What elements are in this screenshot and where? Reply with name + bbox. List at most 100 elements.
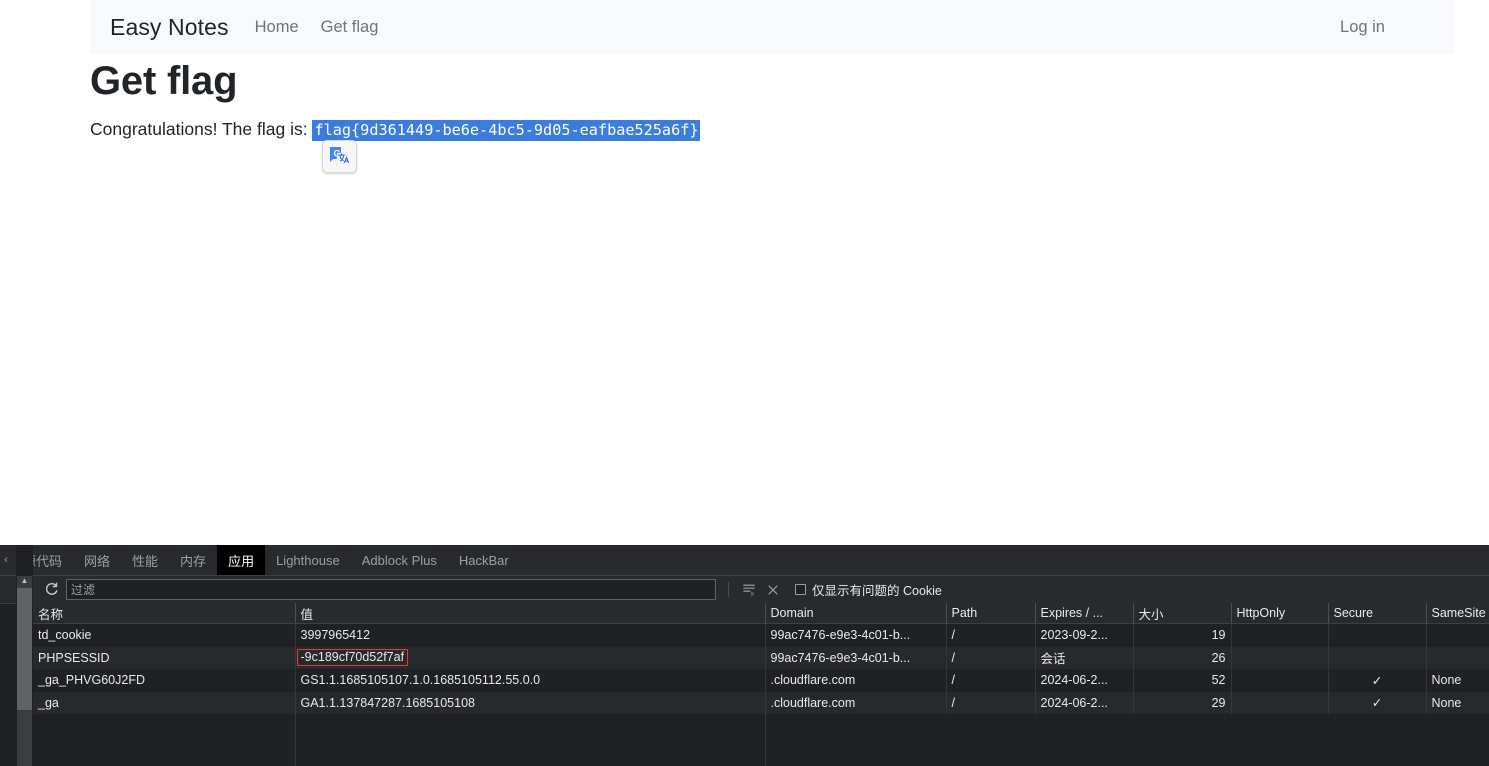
nav-link-home[interactable]: Home: [255, 18, 299, 37]
devtools-panel: ‹ 源代码 网络 性能 内存 应用 Lighthouse Adblock Plu…: [0, 545, 1489, 766]
tab-network[interactable]: 网络: [73, 545, 121, 575]
empty-cell: [1133, 714, 1231, 766]
cell-value: 3997965412: [295, 623, 766, 647]
tab-memory[interactable]: 内存: [169, 545, 217, 575]
clear-all-glyph: x: [742, 584, 755, 598]
cell-size: 29: [1133, 691, 1232, 714]
cell-expires: 会话: [1035, 646, 1134, 669]
table-row[interactable]: td_cookie 3997965412 99ac7476-e9e3-4c01-…: [33, 623, 1489, 647]
table-header-row: 名称 值 Domain Path Expires / ... 大小 HttpOn…: [33, 603, 1489, 624]
highlighted-cookie-value: -9c189cf70d52f7af: [296, 649, 409, 667]
column-header-name[interactable]: 名称: [33, 603, 296, 624]
tab-performance[interactable]: 性能: [121, 545, 169, 575]
cell-expires: 2024-06-2...: [1035, 669, 1134, 692]
cell-httponly: [1231, 669, 1329, 692]
cell-value: GS1.1.1685105107.1.0.1685105112.55.0.0: [295, 669, 766, 692]
cell-size: 26: [1133, 646, 1232, 669]
column-header-httponly[interactable]: HttpOnly: [1231, 603, 1329, 624]
table-row[interactable]: PHPSESSID -9c189cf70d52f7af 99ac7476-e9e…: [33, 646, 1489, 669]
column-header-size[interactable]: 大小: [1133, 603, 1232, 624]
cell-httponly: [1231, 623, 1329, 647]
tab-application[interactable]: 应用: [217, 545, 266, 575]
cell-domain: .cloudflare.com: [765, 691, 947, 714]
cell-domain: 99ac7476-e9e3-4c01-b...: [765, 646, 947, 669]
cell-expires: 2023-09-2...: [1035, 623, 1134, 647]
empty-cell: [33, 714, 296, 766]
navbar-right: Log in: [1340, 18, 1439, 37]
refresh-icon[interactable]: [41, 580, 61, 600]
column-header-expires[interactable]: Expires / ...: [1035, 603, 1134, 624]
empty-cell: [765, 714, 946, 766]
cell-secure: ✓: [1328, 691, 1427, 714]
flag-message-prefix: Congratulations! The flag is:: [90, 119, 308, 140]
cell-name: PHPSESSID: [33, 646, 296, 669]
cell-expires: 2024-06-2...: [1035, 691, 1134, 714]
close-glyph: [768, 584, 778, 595]
cell-httponly: [1231, 691, 1329, 714]
toolbar-divider: [728, 582, 729, 597]
cell-path: /: [946, 691, 1036, 714]
empty-cell: [295, 714, 766, 766]
cell-size: 19: [1133, 623, 1232, 647]
scrollbar-track[interactable]: [17, 710, 32, 766]
cell-name: _ga: [33, 691, 296, 714]
table-row[interactable]: _ga_PHVG60J2FD GS1.1.1685105107.1.0.1685…: [33, 669, 1489, 692]
cell-secure: [1328, 623, 1427, 647]
browser-viewport: Easy Notes Home Get flag Log in Get flag…: [0, 0, 1489, 545]
table-row[interactable]: _ga GA1.1.137847287.1685105108 .cloudfla…: [33, 691, 1489, 714]
cell-domain: .cloudflare.com: [765, 669, 947, 692]
cell-secure: [1328, 646, 1427, 669]
cell-path: /: [946, 669, 1036, 692]
nav-link-log-in[interactable]: Log in: [1340, 18, 1385, 37]
column-header-domain[interactable]: Domain: [765, 603, 947, 624]
tab-adblock-plus[interactable]: Adblock Plus: [351, 545, 448, 575]
cell-path: /: [946, 623, 1036, 647]
cell-value: -9c189cf70d52f7af: [295, 646, 766, 669]
tab-hackbar[interactable]: HackBar: [448, 545, 520, 575]
devtools-tabbar: ‹ 源代码 网络 性能 内存 应用 Lighthouse Adblock Plu…: [0, 545, 1489, 576]
column-header-value[interactable]: 值: [295, 603, 766, 624]
delete-cookie-icon[interactable]: [763, 580, 783, 600]
google-translate-glyph: G: [330, 147, 350, 167]
cookies-toolbar: x 仅显示有问题的 Cookie: [0, 576, 1489, 604]
cell-secure: ✓: [1328, 669, 1427, 692]
empty-cell: [1328, 714, 1426, 766]
cell-path: /: [946, 646, 1036, 669]
empty-cell: [946, 714, 1035, 766]
column-header-samesite[interactable]: SameSite: [1426, 603, 1489, 624]
filter-input[interactable]: [66, 579, 716, 600]
refresh-glyph: [45, 582, 57, 595]
google-translate-icon[interactable]: G: [322, 140, 357, 173]
cell-name: _ga_PHVG60J2FD: [33, 669, 296, 692]
show-problematic-cookies-label[interactable]: 仅显示有问题的 Cookie: [812, 580, 942, 599]
svg-text:x: x: [750, 591, 754, 598]
empty-cell: [1035, 714, 1133, 766]
flag-value-selected[interactable]: flag{9d361449-be6e-4bc5-9d05-eafbae525a6…: [312, 120, 700, 142]
cookies-table-container: 名称 值 Domain Path Expires / ... 大小 HttpOn…: [33, 603, 1489, 766]
site-brand[interactable]: Easy Notes: [110, 14, 229, 41]
column-header-path[interactable]: Path: [946, 603, 1036, 624]
clear-all-cookies-icon[interactable]: x: [739, 580, 759, 600]
site-navbar: Easy Notes Home Get flag Log in: [90, 0, 1455, 54]
tab-lighthouse[interactable]: Lighthouse: [265, 545, 351, 575]
screen: Easy Notes Home Get flag Log in Get flag…: [0, 0, 1489, 766]
cell-samesite: [1426, 646, 1489, 669]
cell-name: td_cookie: [33, 623, 296, 647]
cell-samesite: [1426, 623, 1489, 647]
column-header-secure[interactable]: Secure: [1328, 603, 1427, 624]
page-title: Get flag: [90, 59, 238, 103]
cookies-table: 名称 值 Domain Path Expires / ... 大小 HttpOn…: [33, 603, 1489, 766]
cell-samesite: None: [1426, 691, 1489, 714]
cell-samesite: None: [1426, 669, 1489, 692]
nav-link-get-flag[interactable]: Get flag: [321, 18, 379, 37]
show-problematic-cookies-checkbox[interactable]: [795, 584, 806, 595]
cell-value: GA1.1.137847287.1685105108: [295, 691, 766, 714]
page-content: Get flag Congratulations! The flag is: f…: [90, 54, 1290, 142]
cell-size: 52: [1133, 669, 1232, 692]
scrollbar-up-arrow[interactable]: ▲: [17, 576, 32, 588]
scrollbar-thumb[interactable]: [17, 588, 32, 710]
empty-cell: [1426, 714, 1489, 766]
cell-domain: 99ac7476-e9e3-4c01-b...: [765, 623, 947, 647]
tabbar-scroll-left-icon[interactable]: ‹: [0, 545, 12, 575]
table-empty-area: [33, 714, 1489, 766]
